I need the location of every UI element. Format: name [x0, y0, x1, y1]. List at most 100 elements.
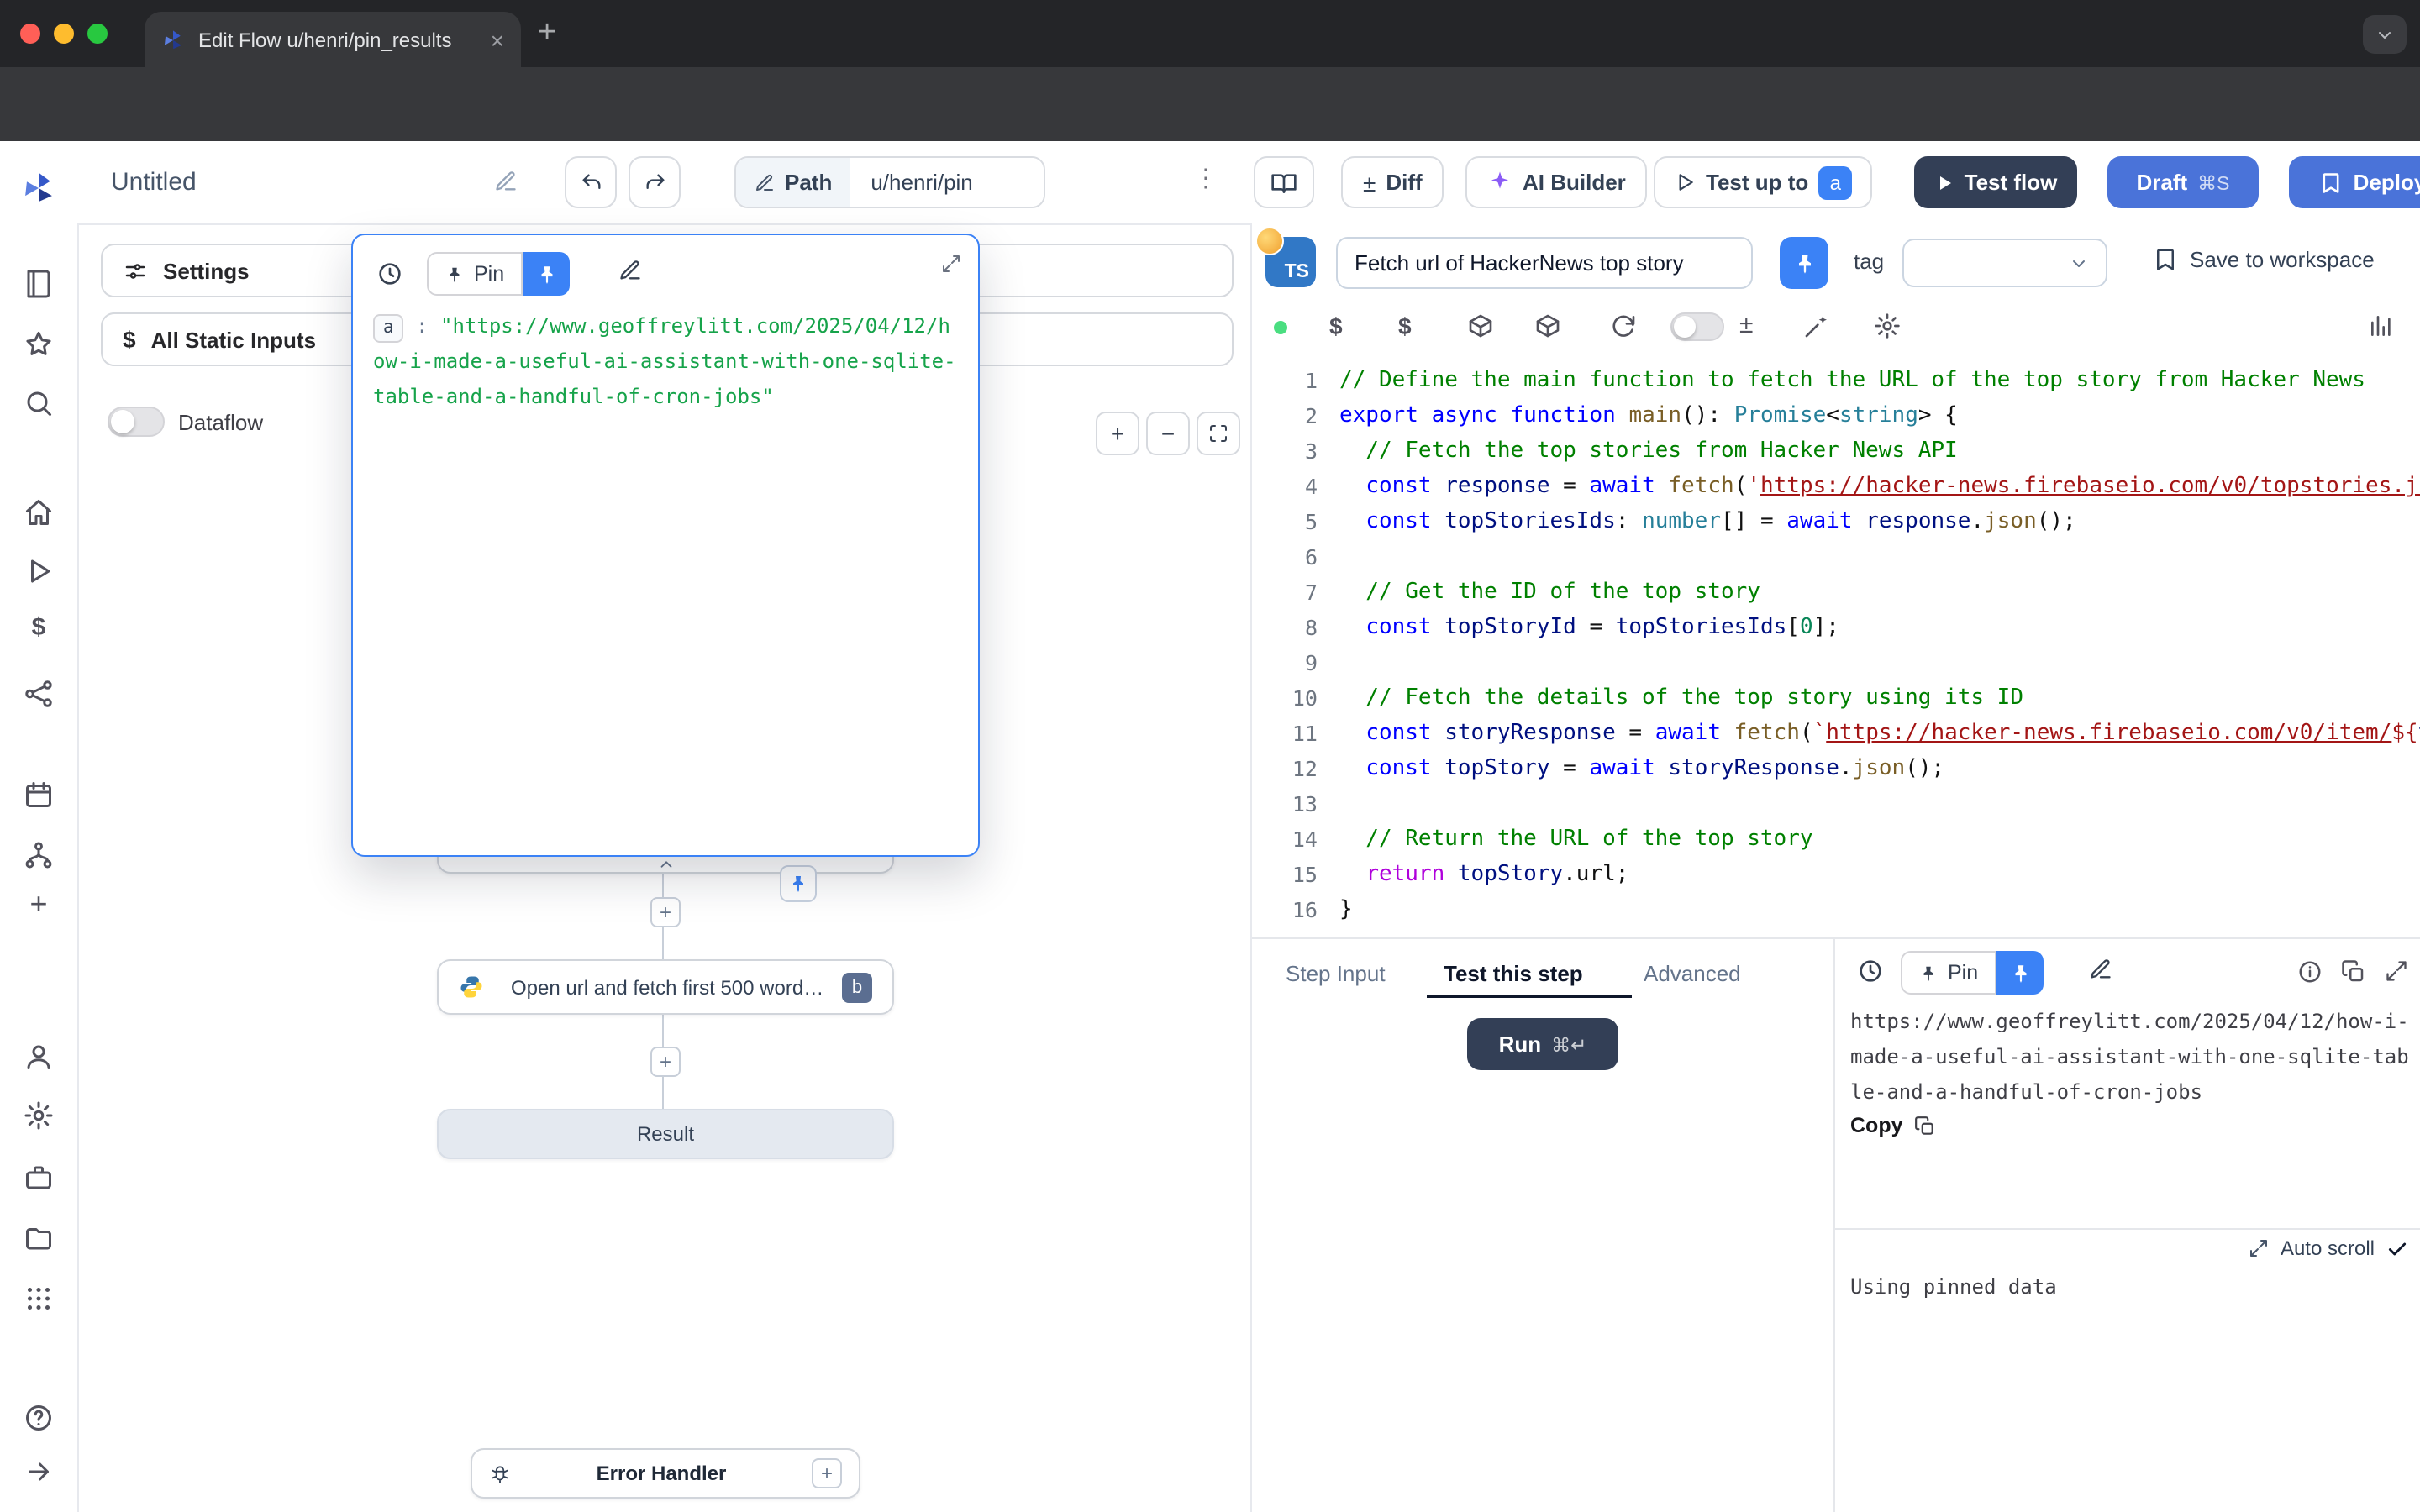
step-summary-input[interactable]: Fetch url of HackerNews top story: [1336, 237, 1753, 289]
fit-view-button[interactable]: [1197, 412, 1240, 455]
window-minimize-button[interactable]: [54, 24, 74, 44]
ai-builder-button[interactable]: AI Builder: [1465, 156, 1648, 208]
windmill-logo[interactable]: [20, 170, 57, 207]
path-label-segment[interactable]: Path: [736, 158, 850, 207]
tab-search-button[interactable]: [2363, 15, 2407, 54]
draft-button[interactable]: Draft ⌘S: [2107, 156, 2259, 208]
tab-close-icon[interactable]: ×: [491, 28, 504, 51]
clipboard-icon[interactable]: [2341, 959, 2366, 984]
path-value-segment[interactable]: u/henri/pin: [850, 158, 1044, 207]
expand-icon[interactable]: [941, 254, 961, 274]
code-line: 11 const storyResponse = await fetch(`ht…: [1254, 716, 2420, 751]
workspace-briefcase-icon[interactable]: [24, 1163, 54, 1193]
schedules-calendar-icon[interactable]: [24, 780, 54, 810]
diff-button[interactable]: ±Diff: [1341, 156, 1444, 208]
history-icon[interactable]: [376, 260, 403, 287]
diff-plus-minus-icon[interactable]: ±: [1739, 311, 1753, 339]
insert-step-button[interactable]: +: [650, 1047, 681, 1077]
apps-grid-icon[interactable]: [24, 1284, 54, 1314]
pin-button[interactable]: Pin: [1901, 951, 1996, 995]
flow-name[interactable]: Untitled: [111, 168, 197, 197]
pin-label: Pin: [474, 262, 504, 286]
window-zoom-button[interactable]: [87, 24, 108, 44]
search-icon[interactable]: [24, 388, 54, 418]
flows-branch-icon[interactable]: [24, 840, 54, 870]
flow-node-b[interactable]: Open url and fetch first 500 words of ..…: [437, 959, 894, 1015]
code-editor[interactable]: 1// Define the main function to fetch th…: [1254, 363, 2420, 937]
gear-icon[interactable]: [24, 1100, 54, 1131]
code-line: 8 const topStoryId = topStoriesIds[0];: [1254, 610, 2420, 645]
zoom-out-button[interactable]: −: [1146, 412, 1190, 455]
create-plus-icon[interactable]: +: [24, 887, 54, 922]
edit-pencil-icon[interactable]: [618, 259, 642, 282]
expand-icon[interactable]: [2249, 1238, 2269, 1258]
docs-book-button[interactable]: [1254, 156, 1314, 208]
node-a-pin-badge[interactable]: [780, 865, 817, 902]
result-node[interactable]: Result: [437, 1109, 894, 1159]
star-icon[interactable]: [24, 329, 54, 360]
toolbar-toggle[interactable]: [1670, 312, 1724, 341]
browser-tab[interactable]: Edit Flow u/henri/pin_results ×: [145, 12, 521, 67]
window-close-button[interactable]: [20, 24, 40, 44]
bug-icon: [489, 1462, 511, 1484]
help-icon[interactable]: [24, 1403, 54, 1433]
insert-step-button[interactable]: +: [650, 897, 681, 927]
dataflow-toggle[interactable]: [108, 407, 165, 437]
pin-active-button[interactable]: [1996, 951, 2044, 995]
path-pencil-icon: [755, 172, 775, 192]
auto-scroll-control[interactable]: Auto scroll: [2249, 1236, 2408, 1260]
zoom-in-button[interactable]: +: [1096, 412, 1139, 455]
runs-play-icon[interactable]: [24, 556, 54, 586]
redo-button[interactable]: [629, 156, 681, 208]
dollar-icon[interactable]: $: [1398, 312, 1412, 339]
code-line: 15 return topStory.url;: [1254, 857, 2420, 892]
tag-select[interactable]: [1902, 239, 2107, 287]
notebook-icon[interactable]: [24, 269, 54, 299]
home-icon[interactable]: [24, 497, 54, 528]
step-pin-button[interactable]: [1780, 237, 1828, 289]
library-bars-icon[interactable]: [2368, 312, 2395, 339]
pin-button[interactable]: Pin: [427, 252, 523, 296]
result-text[interactable]: https://www.geoffreylitt.com/2025/04/12/…: [1850, 1005, 2418, 1110]
expand-icon[interactable]: [2385, 959, 2408, 983]
save-to-workspace-button[interactable]: Save to workspace: [2153, 247, 2375, 272]
result-node-label: Result: [637, 1122, 694, 1146]
add-error-handler-button[interactable]: +: [812, 1458, 842, 1488]
path-label: Path: [785, 170, 832, 195]
test-flow-button[interactable]: Test flow: [1914, 156, 2077, 208]
code-line: 12 const topStory = await storyResponse.…: [1254, 751, 2420, 786]
reset-refresh-icon[interactable]: [1610, 312, 1637, 339]
resources-hub-icon[interactable]: [24, 679, 54, 709]
folder-icon[interactable]: [24, 1223, 54, 1253]
pinned-value[interactable]: a : "https://www.geoffreylitt.com/2025/0…: [373, 309, 961, 415]
history-icon[interactable]: [1857, 958, 1884, 984]
more-options-kebab-icon[interactable]: ⋮: [1193, 163, 1218, 193]
run-button[interactable]: Run ⌘↵: [1467, 1018, 1618, 1070]
tab-advanced[interactable]: Advanced: [1644, 961, 1741, 986]
error-handler-node[interactable]: Error Handler +: [471, 1448, 860, 1499]
new-tab-button[interactable]: +: [538, 17, 556, 49]
tab-test-this-step[interactable]: Test this step: [1444, 961, 1583, 986]
package-box-icon[interactable]: [1534, 312, 1561, 339]
deploy-button[interactable]: Deploy: [2289, 156, 2420, 208]
tab-step-input[interactable]: Step Input: [1286, 961, 1386, 986]
info-icon[interactable]: [2297, 959, 2323, 984]
undo-button[interactable]: [565, 156, 617, 208]
dollar-icon[interactable]: $: [1329, 312, 1343, 339]
collapse-chevron-up-icon[interactable]: [657, 855, 676, 874]
input-key-badge: a: [373, 314, 404, 343]
editor-settings-gear-icon[interactable]: [1874, 312, 1901, 339]
user-icon[interactable]: [24, 1042, 54, 1072]
copy-button[interactable]: Copy: [1850, 1114, 1937, 1137]
variables-dollar-icon[interactable]: $: [24, 613, 54, 642]
test-up-to-button[interactable]: Test up to a: [1654, 156, 1872, 208]
active-tab-underline: [1427, 995, 1632, 998]
package-box-icon[interactable]: [1467, 312, 1494, 339]
path-control[interactable]: Path u/henri/pin: [734, 156, 1045, 208]
collapse-arrow-right-icon[interactable]: [24, 1457, 54, 1487]
ai-wand-icon[interactable]: [1803, 312, 1830, 339]
pin-active-button[interactable]: [523, 252, 570, 296]
rename-pencil-icon[interactable]: [494, 170, 518, 193]
tab-title: Edit Flow u/henri/pin_results: [198, 28, 477, 51]
edit-pencil-icon[interactable]: [2089, 958, 2112, 981]
